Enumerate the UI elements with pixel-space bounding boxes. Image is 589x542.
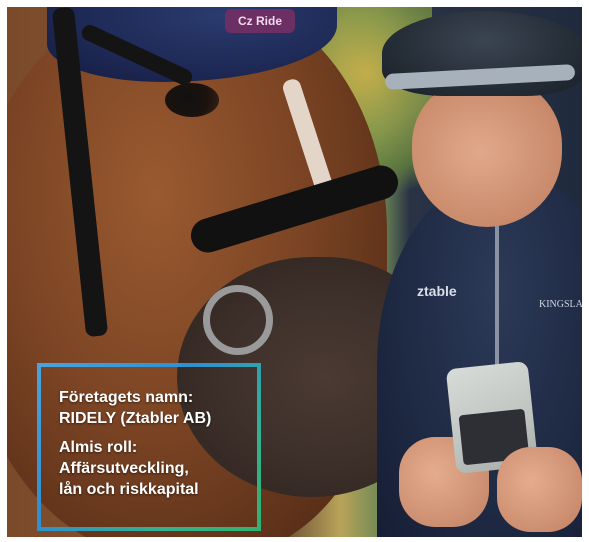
role-label: Almis roll:: [59, 439, 138, 456]
role-line-1: Affärsutveckling,: [59, 460, 189, 477]
role-line-2: lån och riskkapital: [59, 481, 199, 498]
bit-ring: [203, 285, 273, 355]
bonnet-logo: Cz Ride: [225, 9, 295, 33]
company-label: Företagets namn:: [59, 389, 194, 406]
jacket-brand: KINGSLA: [539, 299, 582, 310]
rider-right-hand: [497, 447, 582, 532]
company-value: RIDELY (Ztabler AB): [59, 410, 212, 427]
rider-face: [412, 77, 562, 227]
hero-photo: Cz Ride ztable KINGSLA Företagets namn: …: [7, 7, 582, 537]
horse-eye: [165, 83, 219, 117]
jacket-logo: ztable: [417, 283, 457, 299]
company-info-box: Företagets namn: RIDELY (Ztabler AB) Alm…: [37, 363, 261, 531]
